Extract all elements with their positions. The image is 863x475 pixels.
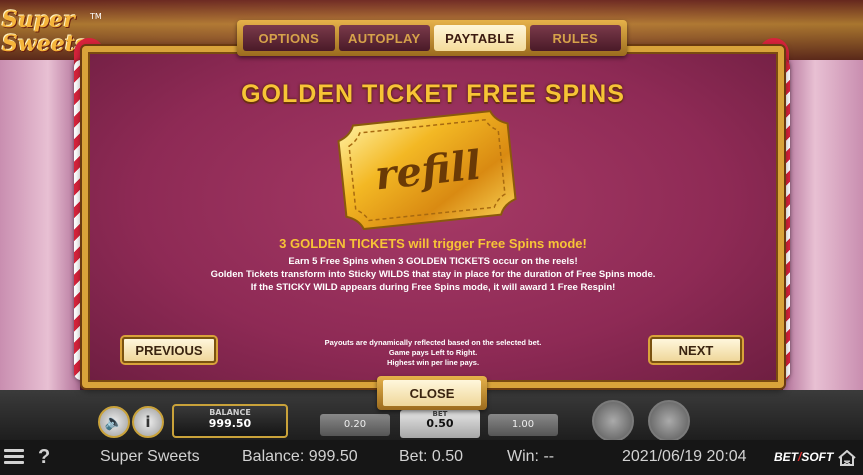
autospin-button[interactable] [648, 400, 690, 442]
balance-value: 999.50 [208, 417, 252, 430]
tab-options[interactable]: OPTIONS [243, 25, 335, 51]
menu-tabs: OPTIONS AUTOPLAY PAYTABLE RULES [237, 20, 627, 56]
betsoft-logo: BET/SOFT [774, 450, 834, 464]
feature-description: 3 GOLDEN TICKETS will trigger Free Spins… [82, 236, 784, 294]
home-icon[interactable] [838, 450, 856, 466]
info-button[interactable]: i [132, 406, 164, 438]
bet-value: 0.50 [426, 417, 454, 430]
background-right-scenery [783, 60, 863, 390]
next-button[interactable]: NEXT [650, 337, 742, 363]
help-icon[interactable]: ? [38, 446, 50, 469]
background-left-scenery [0, 60, 80, 390]
status-datetime: 2021/06/19 20:04 [622, 448, 747, 465]
bet-selected[interactable]: BET 0.50 [400, 410, 480, 438]
logo-trademark: TM [90, 12, 102, 21]
status-bet: Bet: 0.50 [399, 448, 464, 465]
bet-option-low[interactable]: 0.20 [320, 414, 390, 436]
bet-option-high[interactable]: 1.00 [488, 414, 558, 436]
close-button[interactable]: CLOSE [377, 376, 487, 410]
sound-button[interactable]: 🔈 [98, 406, 130, 438]
status-bar: ? Super Sweets Balance: 999.50 Bet: 0.50… [0, 440, 863, 475]
close-button-label: CLOSE [383, 380, 481, 406]
feature-line: If the STICKY WILD appears during Free S… [250, 282, 616, 293]
feature-headline: 3 GOLDEN TICKETS will trigger Free Spins… [279, 236, 587, 251]
spin-button[interactable] [592, 400, 634, 442]
logo-line-1: Super [2, 7, 75, 33]
status-win: Win: -- [507, 448, 555, 465]
status-balance: Balance: 999.50 [242, 448, 358, 465]
previous-button[interactable]: PREVIOUS [122, 337, 216, 363]
tab-rules[interactable]: RULES [529, 25, 621, 51]
status-game-name: Super Sweets [100, 448, 200, 465]
info-icon: i [145, 413, 151, 431]
tab-autoplay[interactable]: AUTOPLAY [338, 25, 430, 51]
golden-ticket-image: refill [328, 110, 528, 231]
hamburger-menu-icon[interactable] [4, 449, 24, 465]
feature-line: Earn 5 Free Spins when 3 GOLDEN TICKETS … [288, 256, 578, 267]
paytable-title: GOLDEN TICKET FREE SPINS [241, 80, 625, 108]
balance-display: BALANCE 999.50 [172, 404, 288, 438]
speaker-icon: 🔈 [104, 413, 124, 431]
balance-label: BALANCE [209, 408, 251, 417]
tab-paytable[interactable]: PAYTABLE [434, 25, 526, 51]
feature-line: Golden Tickets transform into Sticky WIL… [210, 269, 656, 280]
